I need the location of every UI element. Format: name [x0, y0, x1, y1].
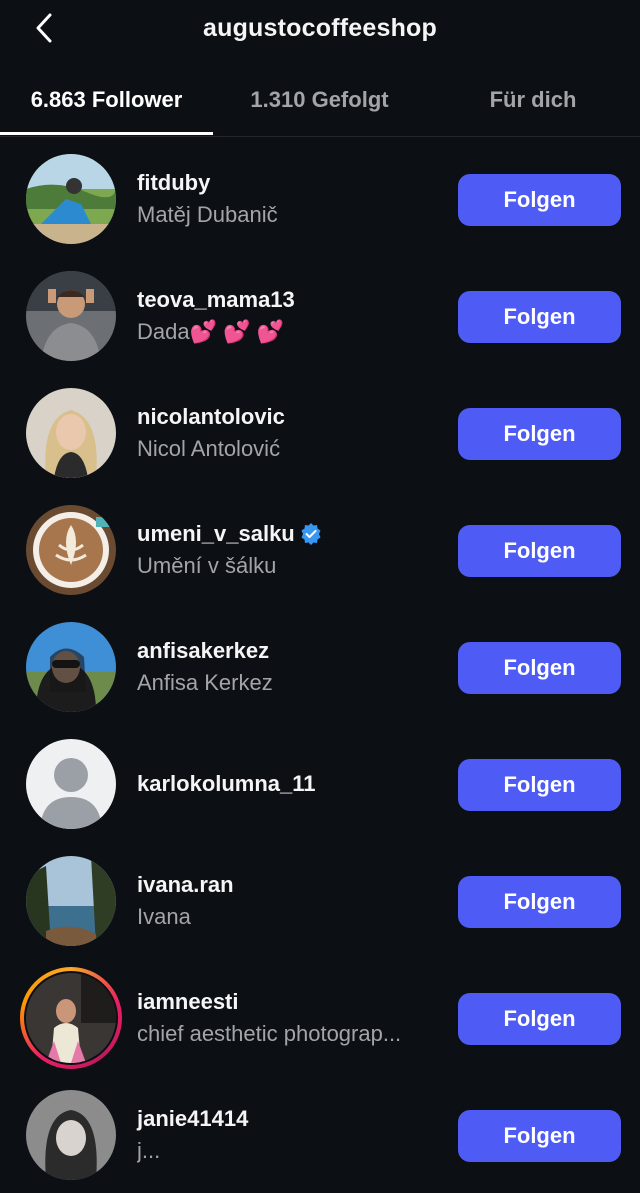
list-item[interactable]: janie41414 j... Folgen — [0, 1076, 640, 1193]
name-block: teova_mama13 Dada💕 💕 💕 — [137, 287, 437, 345]
list-item[interactable]: fitduby Matěj Dubanič Folgen — [0, 140, 640, 257]
full-name: Nicol Antolović — [137, 436, 281, 461]
follow-button[interactable]: Folgen — [458, 642, 621, 694]
full-name: Dada💕 💕 💕 — [137, 319, 284, 344]
follow-button[interactable]: Folgen — [458, 291, 621, 343]
follow-button[interactable]: Folgen — [458, 759, 621, 811]
avatar[interactable] — [26, 622, 116, 712]
username[interactable]: umeni_v_salku — [137, 521, 295, 547]
follow-button[interactable]: Folgen — [458, 408, 621, 460]
full-name: chief aesthetic photograp... — [137, 1021, 402, 1046]
list-item[interactable]: teova_mama13 Dada💕 💕 💕 Folgen — [0, 257, 640, 374]
avatar[interactable] — [26, 856, 116, 946]
username[interactable]: iamneesti — [137, 989, 239, 1015]
follow-button[interactable]: Folgen — [458, 993, 621, 1045]
list-item[interactable]: nicolantolovic Nicol Antolović Folgen — [0, 374, 640, 491]
full-name: Anfisa Kerkez — [137, 670, 273, 695]
follow-button[interactable]: Folgen — [458, 174, 621, 226]
avatar[interactable] — [26, 739, 116, 829]
name-block: fitduby Matěj Dubanič — [137, 170, 437, 228]
list-item[interactable]: karlokolumna_11 Folgen — [0, 725, 640, 842]
username[interactable]: ivana.ran — [137, 872, 234, 898]
username[interactable]: teova_mama13 — [137, 287, 295, 313]
name-block: karlokolumna_11 — [137, 771, 437, 797]
name-block: anfisakerkez Anfisa Kerkez — [137, 638, 437, 696]
full-name: Ivana — [137, 904, 191, 929]
name-block: nicolantolovic Nicol Antolović — [137, 404, 437, 462]
default-avatar-icon — [26, 739, 116, 829]
header: augustocoffeeshop — [0, 0, 640, 60]
list-item[interactable]: anfisakerkez Anfisa Kerkez Folgen — [0, 608, 640, 725]
list-item[interactable]: ivana.ran Ivana Folgen — [0, 842, 640, 959]
avatar[interactable] — [26, 505, 116, 595]
username[interactable]: karlokolumna_11 — [137, 771, 316, 797]
tab-following[interactable]: 1.310 Gefolgt — [213, 72, 426, 134]
active-tab-indicator — [0, 132, 213, 135]
username[interactable]: fitduby — [137, 170, 210, 196]
avatar[interactable] — [26, 1090, 116, 1180]
full-name: j... — [137, 1138, 161, 1163]
name-block: iamneesti chief aesthetic photograp... — [137, 989, 437, 1047]
story-ring[interactable] — [20, 967, 122, 1069]
follow-button[interactable]: Folgen — [458, 525, 621, 577]
name-block: umeni_v_salku Umění v šálku — [137, 521, 437, 579]
follow-button[interactable]: Folgen — [458, 1110, 621, 1162]
page-title: augustocoffeeshop — [203, 14, 437, 42]
avatar[interactable] — [26, 388, 116, 478]
follow-button[interactable]: Folgen — [458, 876, 621, 928]
avatar[interactable] — [26, 973, 116, 1063]
full-name: Umění v šálku — [137, 553, 277, 578]
username[interactable]: anfisakerkez — [137, 638, 269, 664]
list-item[interactable]: iamneesti chief aesthetic photograp... F… — [0, 959, 640, 1076]
full-name: Matěj Dubanič — [137, 202, 278, 227]
tab-for-you[interactable]: Für dich — [426, 72, 640, 134]
username[interactable]: janie41414 — [137, 1106, 248, 1132]
list-item[interactable]: umeni_v_salku Umění v šálku Folgen — [0, 491, 640, 608]
username[interactable]: nicolantolovic — [137, 404, 285, 430]
tab-bar: 6.863 Follower 1.310 Gefolgt Für dich — [0, 72, 640, 137]
avatar[interactable] — [26, 271, 116, 361]
tab-followers[interactable]: 6.863 Follower — [0, 72, 213, 134]
avatar[interactable] — [26, 154, 116, 244]
name-block: ivana.ran Ivana — [137, 872, 437, 930]
verified-badge-icon — [301, 523, 321, 545]
name-block: janie41414 j... — [137, 1106, 437, 1164]
